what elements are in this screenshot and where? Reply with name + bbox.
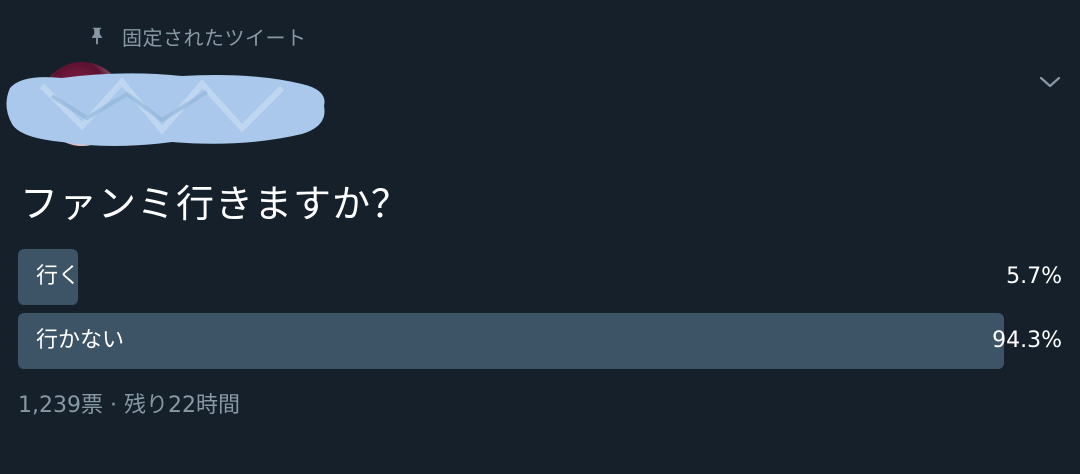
poll-meta: 1,239票 · 残り22時間 bbox=[18, 388, 240, 424]
poll-result-bar bbox=[18, 313, 1005, 369]
chevron-down-icon[interactable] bbox=[1036, 68, 1064, 96]
poll-option-percent: 5.7% bbox=[1006, 264, 1062, 289]
poll-option[interactable]: 行かない 94.3% bbox=[18, 313, 1064, 369]
poll-vote-count: 1,239票 bbox=[18, 393, 103, 418]
meta-separator: · bbox=[109, 393, 117, 418]
poll-question: ファンミ行きますか？ bbox=[20, 182, 411, 226]
pinned-indicator: 固定されたツイート bbox=[86, 22, 307, 50]
poll-option-label: 行かない bbox=[36, 328, 125, 353]
poll-option-label: 行く bbox=[36, 264, 81, 289]
poll-option[interactable]: 行く 5.7% bbox=[18, 249, 1064, 305]
poll-time-remaining: 残り22時間 bbox=[123, 393, 240, 418]
username-redaction bbox=[2, 66, 328, 150]
pinned-label: 固定されたツイート bbox=[122, 25, 307, 50]
poll-option-percent: 94.3% bbox=[992, 328, 1062, 353]
pin-icon bbox=[86, 25, 108, 47]
